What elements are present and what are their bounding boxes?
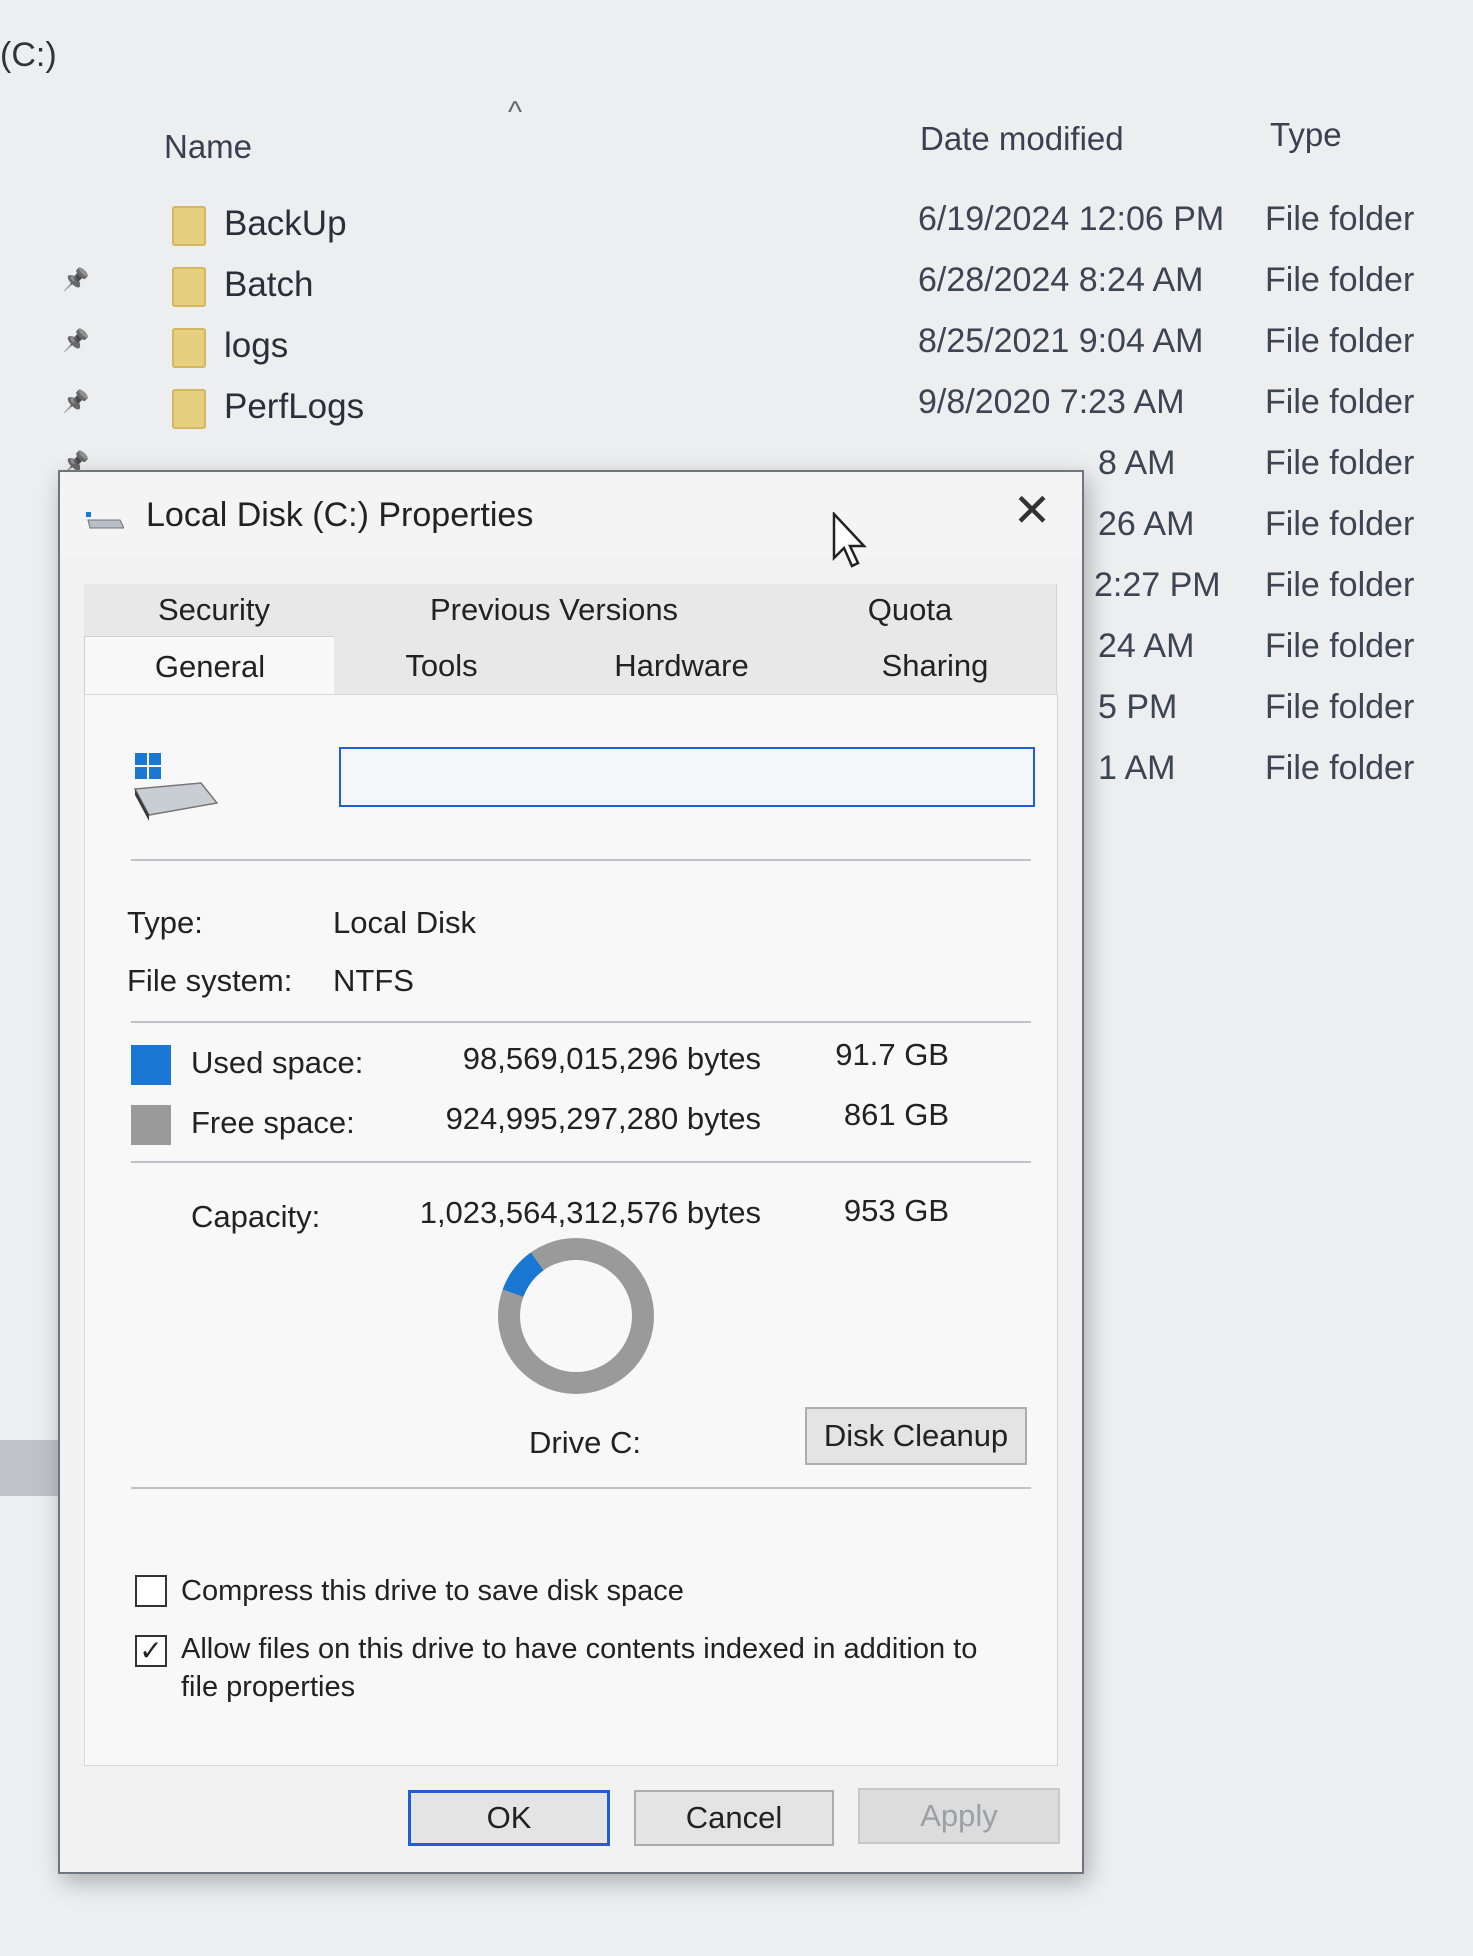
allow-indexing-label-line2[interactable]: file properties [181, 1671, 355, 1704]
allow-indexing-checkbox[interactable]: ✓ [135, 1635, 167, 1667]
ok-button[interactable]: OK [408, 1790, 610, 1846]
drive-label-input[interactable] [339, 747, 1035, 807]
file-type: File folder [1265, 383, 1415, 421]
file-type: File folder [1265, 749, 1415, 787]
drive-icon [86, 512, 124, 529]
pin-icon[interactable]: 📌 [62, 267, 92, 297]
used-space-label: Used space: [191, 1045, 364, 1080]
folder-icon [172, 206, 206, 246]
file-date-modified: 9/8/2020 7:23 AM [918, 383, 1185, 421]
local-disk-icon [133, 753, 219, 821]
file-name[interactable]: PerfLogs [224, 387, 364, 427]
column-header-date-modified[interactable]: Date modified [920, 120, 1124, 158]
folder-icon [172, 389, 206, 429]
file-name[interactable]: BackUp [224, 204, 347, 244]
free-space-bytes: 924,995,297,280 bytes [445, 1101, 761, 1136]
file-row[interactable]: BackUp 6/19/2024 12:06 PM File folder [0, 200, 1473, 260]
folder-icon [172, 267, 206, 307]
general-tab-panel: Type: Local Disk File system: NTFS Used … [84, 694, 1058, 1766]
used-space-gb: 91.7 GB [835, 1037, 949, 1072]
pin-icon[interactable]: 📌 [62, 389, 92, 419]
compress-drive-label[interactable]: Compress this drive to save disk space [181, 1575, 684, 1608]
tab-hardware[interactable]: Hardware [549, 636, 815, 696]
type-label: Type: [127, 905, 203, 940]
compress-drive-checkbox[interactable] [135, 1575, 167, 1607]
file-type: File folder [1265, 200, 1415, 238]
file-date-modified: 6/19/2024 12:06 PM [918, 200, 1225, 238]
file-type: File folder [1265, 627, 1415, 665]
file-type: File folder [1265, 322, 1415, 360]
file-type: File folder [1265, 688, 1415, 726]
pin-icon[interactable]: 📌 [62, 328, 92, 358]
file-row[interactable]: 📌 logs 8/25/2021 9:04 AM File folder [0, 322, 1473, 382]
divider [131, 1487, 1031, 1489]
file-system-label: File system: [127, 963, 293, 998]
file-date-modified: 8/25/2021 9:04 AM [918, 322, 1204, 360]
tab-previous-versions[interactable]: Previous Versions [344, 584, 765, 636]
disk-cleanup-button[interactable]: Disk Cleanup [805, 1407, 1027, 1465]
properties-dialog: Local Disk (C:) Properties ✕ Security Pr… [58, 470, 1084, 1874]
tab-tools[interactable]: Tools [334, 636, 550, 696]
file-date-modified: 5 PM [1098, 688, 1178, 726]
tab-security[interactable]: Security [84, 584, 345, 636]
used-space-swatch [131, 1045, 171, 1085]
file-name[interactable]: Batch [224, 265, 314, 305]
folder-icon [172, 328, 206, 368]
capacity-gb: 953 GB [843, 1193, 949, 1228]
file-type: File folder [1265, 444, 1415, 482]
file-type: File folder [1265, 505, 1415, 543]
cancel-button[interactable]: Cancel [634, 1790, 834, 1846]
sort-ascending-icon: ^ [508, 96, 523, 129]
used-space-bytes: 98,569,015,296 bytes [462, 1041, 761, 1076]
tab-quota[interactable]: Quota [764, 584, 1057, 636]
file-row[interactable]: 📌 Batch 6/28/2024 8:24 AM File folder [0, 261, 1473, 321]
file-date-modified: 8 AM [1098, 444, 1176, 482]
file-type: File folder [1265, 261, 1415, 299]
file-date-modified: 1 AM [1098, 749, 1176, 787]
file-system-value: NTFS [333, 963, 414, 998]
dialog-title-bar[interactable]: Local Disk (C:) Properties ✕ [60, 472, 1082, 568]
file-name[interactable]: logs [224, 326, 288, 366]
close-icon[interactable]: ✕ [1004, 482, 1060, 538]
file-row[interactable]: 📌 PerfLogs 9/8/2020 7:23 AM File folder [0, 383, 1473, 443]
column-header-type[interactable]: Type [1270, 116, 1342, 154]
free-space-swatch [131, 1105, 171, 1145]
mouse-cursor-icon [832, 512, 867, 568]
apply-button[interactable]: Apply [858, 1788, 1060, 1844]
file-date-modified: 2:27 PM [1094, 566, 1221, 604]
capacity-label: Capacity: [191, 1199, 321, 1234]
tab-general[interactable]: General [84, 636, 336, 697]
divider [131, 1161, 1031, 1163]
type-value: Local Disk [333, 905, 476, 940]
divider [131, 1021, 1031, 1023]
drive-caption: Drive C: [529, 1425, 641, 1460]
disk-usage-donut-chart [498, 1238, 654, 1394]
dialog-title: Local Disk (C:) Properties [146, 496, 534, 534]
allow-indexing-label-line1[interactable]: Allow files on this drive to have conten… [181, 1633, 977, 1666]
column-header-name[interactable]: Name [164, 128, 252, 166]
capacity-bytes: 1,023,564,312,576 bytes [419, 1195, 761, 1230]
file-date-modified: 24 AM [1098, 627, 1195, 665]
file-date-modified: 26 AM [1098, 505, 1195, 543]
divider [131, 859, 1031, 861]
window-title: (C:) [0, 36, 57, 74]
tab-strip: Security Previous Versions Quota General… [84, 584, 1057, 697]
free-space-gb: 861 GB [843, 1097, 949, 1132]
file-date-modified: 6/28/2024 8:24 AM [918, 261, 1204, 299]
free-space-label: Free space: [191, 1105, 355, 1140]
file-type: File folder [1265, 566, 1415, 604]
tab-sharing[interactable]: Sharing [814, 636, 1057, 696]
